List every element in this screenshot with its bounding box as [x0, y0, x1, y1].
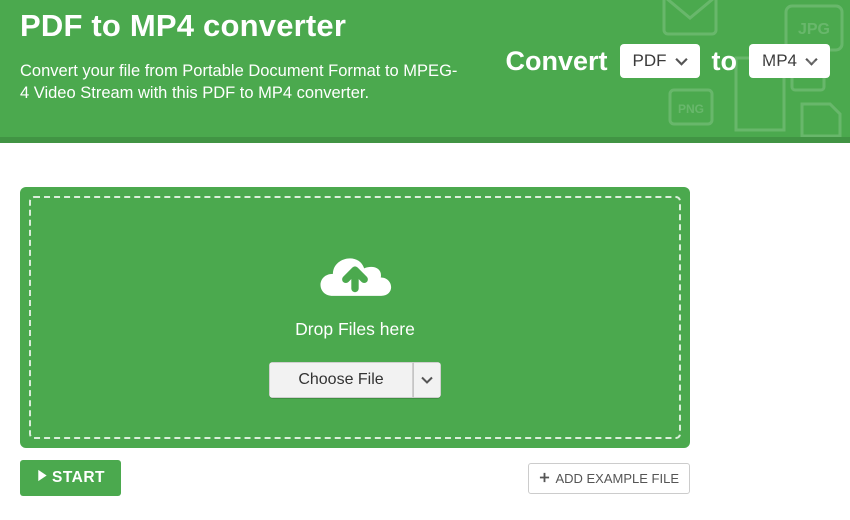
drop-files-text: Drop Files here — [295, 319, 415, 340]
to-format-select[interactable]: MP4 — [749, 44, 830, 78]
file-icon — [796, 100, 846, 137]
dropzone-inner: Drop Files here Choose File — [29, 196, 681, 439]
chevron-down-icon — [421, 371, 433, 389]
chevron-down-icon — [805, 57, 818, 66]
page-header: PDF to MP4 converter Convert your file f… — [0, 0, 850, 143]
to-format-value: MP4 — [762, 51, 797, 71]
to-label: to — [712, 46, 737, 77]
add-example-file-label: ADD EXAMPLE FILE — [555, 471, 679, 486]
convert-label: Convert — [506, 46, 608, 77]
svg-text:PNG: PNG — [678, 102, 704, 116]
main-area: Drop Files here Choose File START ADD EX — [0, 143, 850, 496]
page-title: PDF to MP4 converter — [20, 8, 830, 44]
play-icon — [36, 469, 48, 487]
chevron-down-icon — [675, 57, 688, 66]
plus-icon — [539, 471, 550, 486]
dropzone[interactable]: Drop Files here Choose File — [20, 187, 690, 448]
start-button-label: START — [52, 469, 105, 487]
from-format-value: PDF — [633, 51, 667, 71]
add-example-file-button[interactable]: ADD EXAMPLE FILE — [528, 463, 690, 494]
choose-file-dropdown[interactable] — [413, 362, 441, 398]
filetype-icon: PNG — [668, 88, 714, 130]
page-subtitle: Convert your file from Portable Document… — [20, 60, 460, 105]
actions-row: START ADD EXAMPLE FILE — [20, 460, 690, 496]
choose-file-button[interactable]: Choose File — [269, 362, 412, 398]
choose-file-group: Choose File — [269, 362, 440, 398]
start-button[interactable]: START — [20, 460, 121, 496]
convert-panel: Convert PDF to MP4 — [506, 44, 830, 78]
cloud-upload-icon — [309, 237, 401, 307]
from-format-select[interactable]: PDF — [620, 44, 700, 78]
